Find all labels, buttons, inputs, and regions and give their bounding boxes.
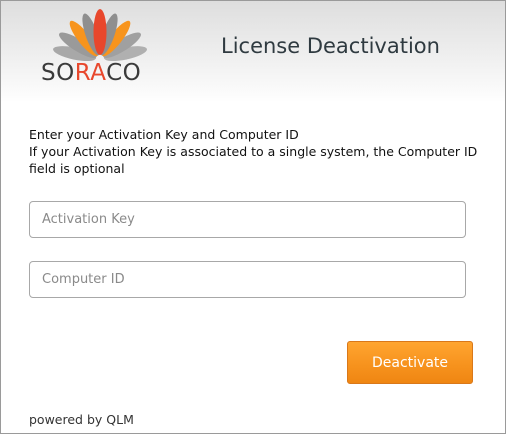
logo-wordmark: SORACO (41, 60, 141, 86)
activation-key-input[interactable] (29, 201, 466, 238)
logo-text-post: CO (106, 60, 142, 86)
deactivate-button[interactable]: Deactivate (347, 341, 473, 384)
logo-text-accent: RA (74, 60, 107, 86)
instruction-line-2: If your Activation Key is associated to … (29, 144, 478, 176)
instructions-text: Enter your Activation Key and Computer I… (29, 126, 489, 177)
computer-id-input[interactable] (29, 261, 466, 298)
dialog-header: SORACO License Deactivation (1, 1, 505, 102)
logo-text-pre: SO (41, 60, 75, 86)
instruction-line-1: Enter your Activation Key and Computer I… (29, 127, 299, 142)
license-deactivation-dialog: SORACO License Deactivation Enter your A… (0, 0, 506, 434)
dialog-title: License Deactivation (221, 34, 440, 58)
powered-by-footer: powered by QLM (29, 412, 134, 427)
